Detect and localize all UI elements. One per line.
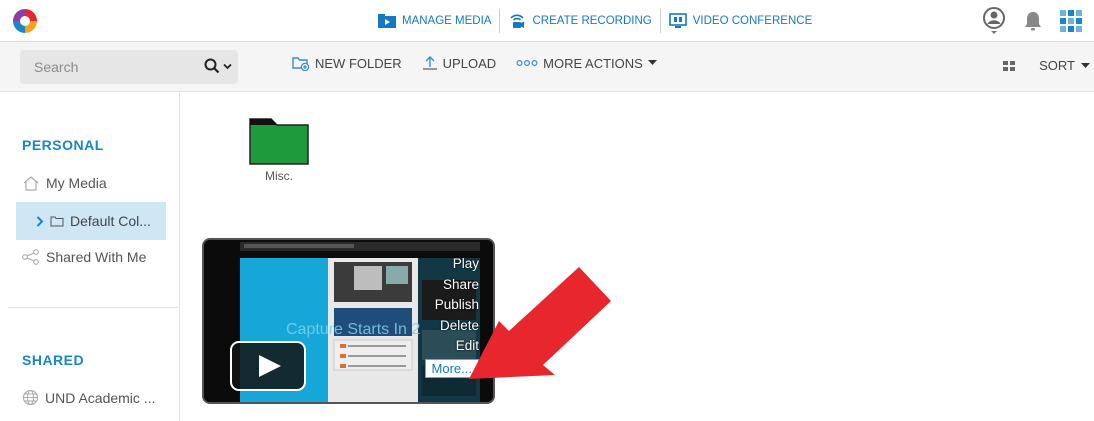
create-recording-label: CREATE RECORDING <box>532 15 652 27</box>
sidebar: PERSONAL My Media Default Col... Shared … <box>0 93 180 421</box>
view-sort-controls: SORT <box>1003 58 1094 73</box>
search-button[interactable] <box>204 58 232 74</box>
manage-media-label: MANAGE MEDIA <box>402 15 492 27</box>
video-title-overlay: Capture Starts In 2 <box>286 321 420 338</box>
search-box <box>20 50 238 84</box>
sidebar-item-label: UND Academic ... <box>45 389 156 406</box>
manage-media-link[interactable]: MANAGE MEDIA <box>370 7 499 35</box>
notifications-bell-icon[interactable] <box>1022 10 1044 32</box>
top-right-controls <box>982 0 1094 42</box>
search-icon <box>204 58 220 74</box>
annotation-arrow <box>469 267 611 379</box>
sort-button[interactable]: SORT <box>1039 58 1090 73</box>
sidebar-item-shared-with-me[interactable]: Shared With Me <box>22 249 146 265</box>
folder-label: Misc. <box>265 169 293 183</box>
sidebar-item-label: Default Col... <box>70 213 151 229</box>
app-root: MANAGE MEDIA CREATE RECORDING VIDEO CONF… <box>0 0 1094 421</box>
sidebar-item-default-collection[interactable]: Default Col... <box>16 202 166 240</box>
new-folder-icon <box>292 57 310 71</box>
more-actions-label: MORE ACTIONS <box>543 55 643 71</box>
top-bar: MANAGE MEDIA CREATE RECORDING VIDEO CONF… <box>0 0 1094 42</box>
main-content: Misc. Capture Starts In 2 Play Share Pub… <box>181 93 1094 421</box>
folder-icon <box>50 216 64 227</box>
toolbar: NEW FOLDER UPLOAD MORE ACTIONS <box>0 42 1094 92</box>
search-input[interactable] <box>20 50 190 84</box>
video-conference-label: VIDEO CONFERENCE <box>692 15 813 27</box>
create-recording-link[interactable]: CREATE RECORDING <box>500 7 659 35</box>
chevron-right-icon <box>36 215 44 227</box>
section-title-shared: SHARED <box>22 352 85 368</box>
conference-icon <box>668 13 687 28</box>
more-actions-button[interactable]: MORE ACTIONS <box>516 56 657 71</box>
home-icon <box>23 176 39 191</box>
sidebar-divider <box>8 307 178 308</box>
folder-tile-icon[interactable] <box>249 117 309 165</box>
sidebar-item-und-academic[interactable]: UND Academic ... <box>22 389 155 406</box>
apps-grid-icon[interactable] <box>1060 10 1082 32</box>
play-button[interactable] <box>230 341 306 391</box>
media-icon <box>378 14 396 28</box>
upload-icon <box>422 56 437 70</box>
video-conference-link[interactable]: VIDEO CONFERENCE <box>661 7 821 35</box>
toolbar-actions: NEW FOLDER UPLOAD MORE ACTIONS <box>292 55 657 71</box>
section-title-personal: PERSONAL <box>22 137 104 153</box>
sort-label: SORT <box>1039 58 1075 73</box>
new-folder-button[interactable]: NEW FOLDER <box>292 55 402 71</box>
share-icon <box>22 249 39 265</box>
globe-icon <box>22 389 39 406</box>
sidebar-item-label: My Media <box>46 175 107 191</box>
sidebar-item-label: Shared With Me <box>46 249 147 265</box>
video-card[interactable]: Capture Starts In 2 Play Share Publish D… <box>202 238 495 404</box>
upload-button[interactable]: UPLOAD <box>422 55 496 71</box>
sidebar-item-my-media[interactable]: My Media <box>22 175 107 191</box>
play-icon <box>259 355 281 377</box>
caret-down-icon <box>647 60 657 65</box>
chevron-down-icon <box>223 63 232 69</box>
more-dots-icon <box>516 59 538 67</box>
user-avatar-icon[interactable] <box>982 6 1006 36</box>
grid-view-icon[interactable] <box>1003 60 1016 71</box>
top-nav: MANAGE MEDIA CREATE RECORDING VIDEO CONF… <box>370 0 820 42</box>
upload-label: UPLOAD <box>442 55 497 71</box>
new-folder-label: NEW FOLDER <box>315 55 402 71</box>
recording-icon <box>510 14 525 28</box>
app-logo[interactable] <box>10 6 40 36</box>
caret-down-icon <box>1081 62 1090 68</box>
